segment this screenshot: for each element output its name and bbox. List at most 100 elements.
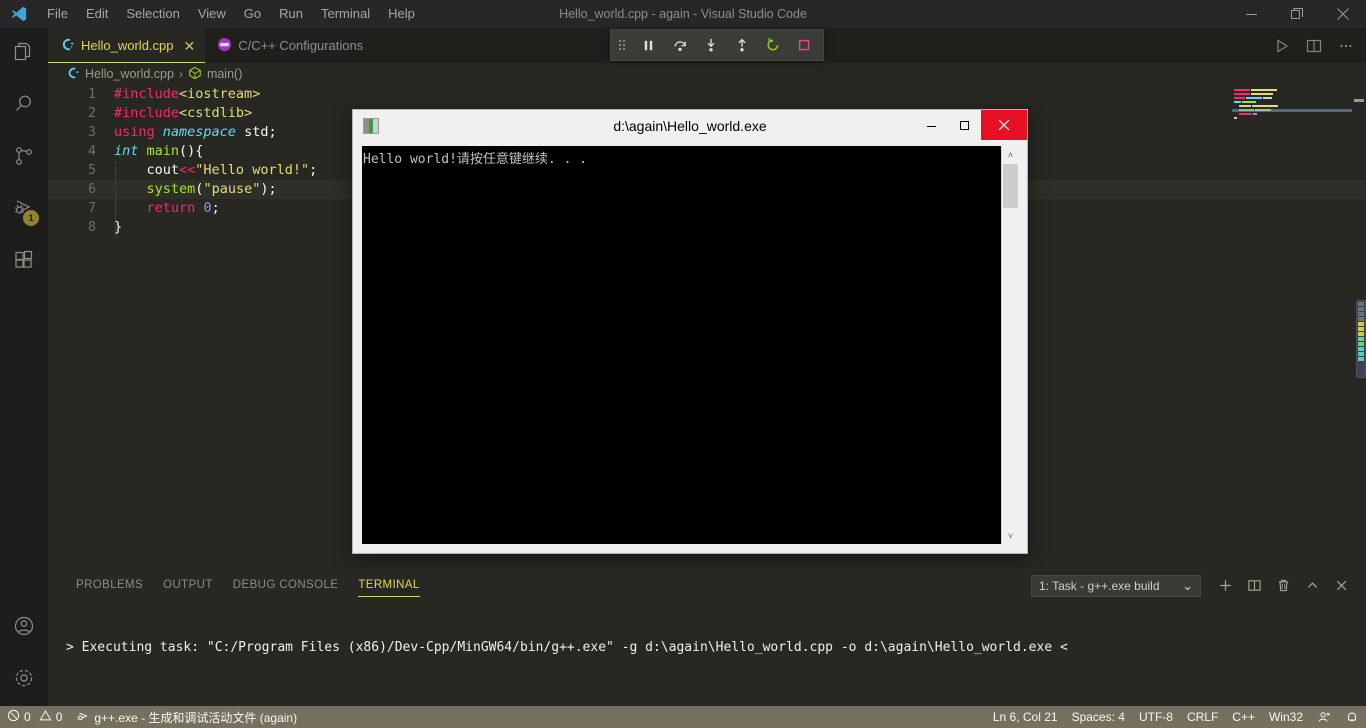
breadcrumb-symbol[interactable]: main() [207,67,242,81]
tab-problems[interactable]: PROBLEMS [66,568,153,603]
console-close-button[interactable] [981,110,1027,140]
menu-item-view[interactable]: View [189,0,235,28]
code-token: ; [268,124,277,140]
pause-button[interactable] [633,30,664,60]
console-output-area[interactable]: Hello world!请按任意键继续. . . ˄ ˅ [362,146,1018,544]
console-scroll-thumb[interactable] [1003,164,1018,208]
code-text: system("pause"); [114,180,277,199]
breadcrumb-separator: › [178,67,183,81]
run-debug-badge: 1 [23,210,39,226]
minimap[interactable] [1232,85,1352,568]
console-scroll-up-icon[interactable]: ˄ [1002,146,1018,163]
code-line[interactable]: 1 #include<iostream> [48,85,1366,104]
console-window-controls[interactable] [915,110,1027,142]
menu-item-help[interactable]: Help [379,0,424,28]
status-task[interactable]: g++.exe - 生成和调试活动文件 (again) [69,706,304,728]
sidebar-item-extensions[interactable] [0,236,48,288]
console-maximize-button[interactable] [948,110,981,140]
stop-button[interactable] [788,30,819,60]
status-language-mode[interactable]: C++ [1225,706,1262,728]
code-token: ; [211,200,220,216]
close-panel-button[interactable] [1328,573,1354,599]
console-scrollbar[interactable]: ˄ ˅ [1001,146,1018,544]
window-restore-button[interactable] [1274,0,1320,28]
status-feedback-button[interactable] [1310,706,1338,728]
code-token: "Hello world!" [195,162,310,178]
split-editor-button[interactable] [1300,32,1328,60]
new-terminal-button[interactable] [1212,573,1238,599]
status-indentation[interactable]: Spaces: 4 [1065,706,1132,728]
extensions-icon [12,248,36,277]
menu-item-edit[interactable]: Edit [77,0,117,28]
sidebar-item-accounts[interactable] [0,602,48,654]
status-task-label: g++.exe - 生成和调试活动文件 (again) [94,710,298,725]
code-text: } [114,218,122,237]
code-token: cout [114,162,180,178]
debug-toolbar[interactable] [610,29,824,61]
kill-terminal-button[interactable] [1270,573,1296,599]
tab-output[interactable]: OUTPUT [153,568,223,603]
menu-bar[interactable]: File Edit Selection View Go Run Terminal… [38,0,424,28]
line-number: 1 [88,87,96,102]
menu-item-terminal[interactable]: Terminal [312,0,379,28]
sidebar-item-manage[interactable] [0,654,48,706]
sidebar-item-search[interactable] [0,80,48,132]
tab-terminal[interactable]: TERMINAL [348,568,429,603]
step-out-button[interactable] [726,30,757,60]
chevron-down-icon: ⌄ [1182,577,1193,593]
code-token: #include [114,86,180,102]
code-token: namespace [162,124,236,140]
tab-cpp-configurations[interactable]: C/C++ Configurations [205,28,374,63]
code-text: return 0; [114,199,220,218]
window-minimize-button[interactable] [1228,0,1274,28]
menu-item-file[interactable]: File [38,0,77,28]
console-title-bar[interactable]: d:\again\Hello_world.exe [353,110,1027,142]
terminal-output[interactable]: > Executing task: "C:/Program Files (x86… [66,608,1356,704]
error-count: 0 [24,710,31,724]
menu-item-go[interactable]: Go [235,0,270,28]
step-over-button[interactable] [664,30,695,60]
restart-button[interactable] [757,30,788,60]
window-controls[interactable] [1228,0,1366,28]
menu-item-selection[interactable]: Selection [117,0,188,28]
files-icon [12,40,36,69]
tab-debug-console[interactable]: DEBUG CONSOLE [223,568,349,603]
breadcrumb-file[interactable]: Hello_world.cpp [85,67,174,81]
status-platform[interactable]: Win32 [1262,706,1310,728]
status-encoding[interactable]: UTF-8 [1132,706,1180,728]
sidebar-item-run-debug[interactable]: 1 [0,184,48,236]
code-token: ); [260,181,277,197]
window-close-button[interactable] [1320,0,1366,28]
panel-actions: 1: Task - g++.exe build ⌄ [1031,568,1354,603]
tab-close-icon[interactable]: ✕ [184,39,196,53]
console-window[interactable]: d:\again\Hello_world.exe Hello world!请按任… [352,109,1028,554]
step-into-button[interactable] [695,30,726,60]
status-eol[interactable]: CRLF [1180,706,1225,728]
code-token: 0 [203,200,212,216]
maximize-panel-button[interactable] [1299,573,1325,599]
sidebar-item-explorer[interactable] [0,28,48,80]
code-token: int [114,143,139,159]
console-scroll-down-icon[interactable]: ˅ [1002,527,1018,544]
status-notifications-button[interactable] [1338,706,1366,728]
drag-handle[interactable] [611,30,633,60]
console-minimize-button[interactable] [915,110,948,140]
code-token: (){ [179,143,204,159]
more-actions-button[interactable] [1332,32,1360,60]
activity-bar-bottom [0,602,48,706]
sidebar-item-source-control[interactable] [0,132,48,184]
terminal-selector[interactable]: 1: Task - g++.exe build ⌄ [1031,574,1201,597]
status-problems[interactable]: 0 0 [0,706,69,728]
edge-hover-panel[interactable] [1356,300,1366,378]
run-code-button[interactable] [1268,32,1296,60]
menu-item-run[interactable]: Run [270,0,312,28]
tab-hello-world-cpp[interactable]: Hello_world.cpp ✕ [48,28,206,63]
terminal-line: > Executing task: "C:/Program Files (x86… [66,640,1068,655]
split-terminal-button[interactable] [1241,573,1267,599]
code-text: #include<cstdlib> [114,104,252,123]
minimap-slider[interactable] [1232,109,1352,112]
tab-label: Hello_world.cpp [81,38,174,53]
breadcrumb[interactable]: Hello_world.cpp › main() [48,63,1366,85]
status-cursor-position[interactable]: Ln 6, Col 21 [986,706,1065,728]
